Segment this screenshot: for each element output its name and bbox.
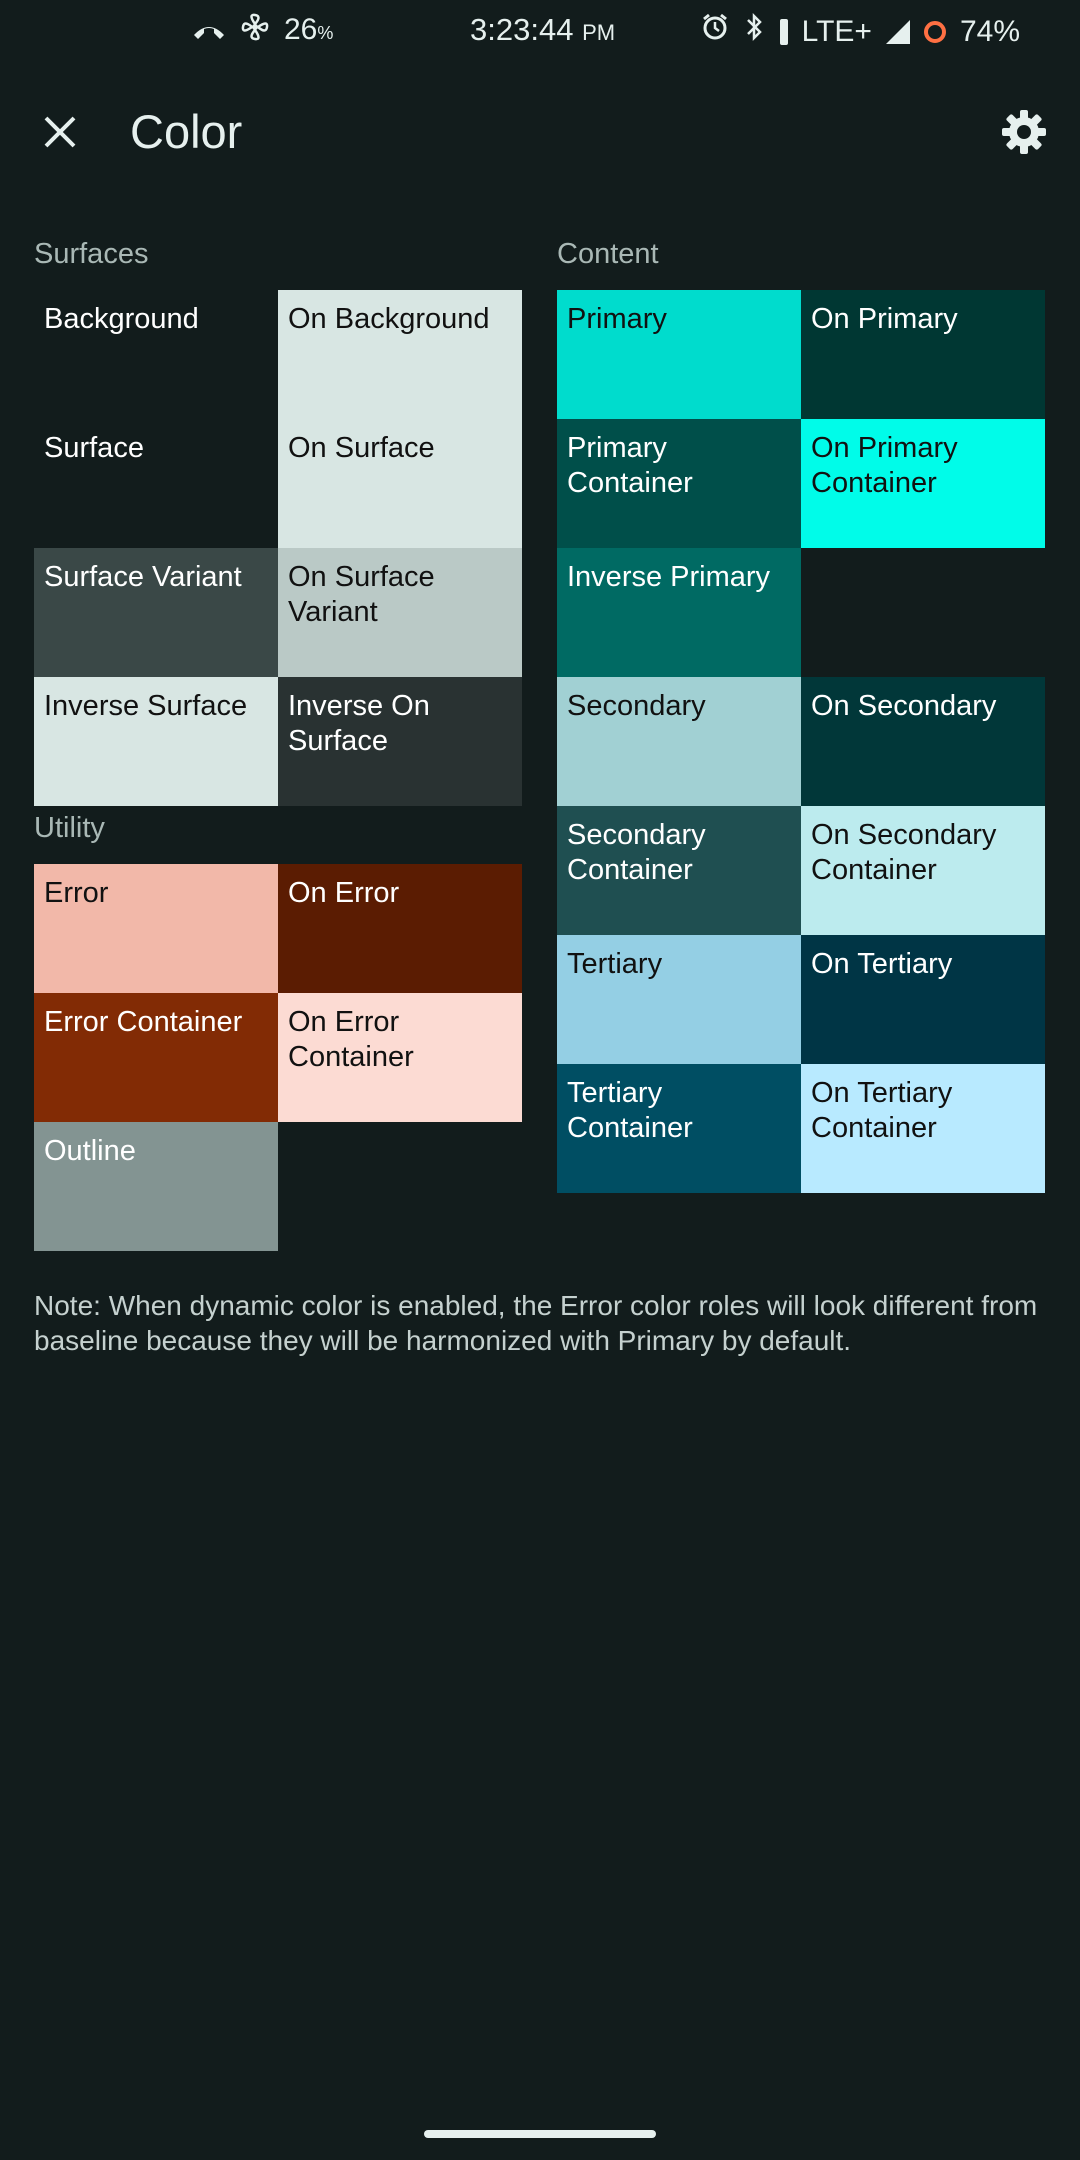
color-tile-on-background[interactable]: On Background [278, 290, 522, 419]
status-bar: 26% 3:23:44 PM LTE+ 74% [0, 0, 1080, 60]
color-tile-label: Inverse Surface [44, 690, 248, 722]
color-tile-label: On Background [288, 303, 490, 335]
color-tile-secondary[interactable]: Secondary [557, 677, 801, 806]
color-tile-secondary-container[interactable]: Secondary Container [557, 806, 801, 935]
color-tile-label: Surface [44, 432, 144, 464]
color-tile-surface[interactable]: Surface [34, 419, 278, 548]
color-tile-label: On Tertiary Container [811, 1077, 953, 1144]
color-tile-label: Outline [44, 1135, 136, 1167]
color-tile-on-secondary-container[interactable]: On Secondary Container [801, 806, 1045, 935]
color-tile-label: On Tertiary [811, 948, 953, 980]
color-tile-label: Error Container [44, 1006, 243, 1038]
close-icon [44, 116, 76, 148]
color-tile-on-tertiary[interactable]: On Tertiary [801, 935, 1045, 1064]
home-indicator[interactable] [424, 2130, 656, 2138]
battery-text: 74% [959, 14, 1020, 48]
close-button[interactable] [30, 104, 90, 164]
color-tile-on-primary-container[interactable]: On Primary Container [801, 419, 1045, 548]
color-tile-label: Inverse Primary [567, 561, 771, 593]
color-tile-tertiary[interactable]: Tertiary [557, 935, 801, 1064]
color-tile-outline[interactable]: Outline [34, 1122, 278, 1251]
color-tile-on-surface-variant[interactable]: On Surface Variant [278, 548, 522, 677]
content-label: Content [557, 238, 659, 270]
status-right: LTE+ 74% [700, 12, 1020, 51]
color-tile-primary-container[interactable]: Primary Container [557, 419, 801, 548]
page-title: Color [130, 105, 243, 158]
ampm-text: PM [582, 20, 616, 45]
color-tile-label: Primary [567, 303, 667, 335]
color-tile-on-tertiary-container[interactable]: On Tertiary Container [801, 1064, 1045, 1193]
color-tile-label: Secondary Container [567, 819, 706, 886]
color-tile-on-primary[interactable]: On Primary [801, 290, 1045, 419]
color-tile-label: Primary Container [567, 432, 693, 499]
battery-small-pct: % [317, 23, 334, 43]
signal-icon [885, 19, 910, 44]
color-tile-label: On Primary [811, 303, 958, 335]
alarm-icon [700, 12, 730, 51]
color-tile-label: Secondary [567, 690, 706, 722]
color-tile-label: Surface Variant [44, 561, 242, 593]
color-tile-surface-variant[interactable]: Surface Variant [34, 548, 278, 677]
color-tile-primary[interactable]: Primary [557, 290, 801, 419]
status-left: 26% [192, 12, 333, 51]
utility-label: Utility [34, 812, 105, 844]
color-tile-label: On Secondary [811, 690, 997, 722]
color-tile-error-container[interactable]: Error Container [34, 993, 278, 1122]
color-tile-label: On Error Container [288, 1006, 414, 1073]
missed-call-icon [192, 14, 226, 50]
battery-ring-icon [923, 20, 946, 43]
color-tile-label: On Surface [288, 432, 435, 464]
network-text: LTE+ [801, 14, 872, 48]
color-tile-background[interactable]: Background [34, 290, 278, 419]
surfaces-label: Surfaces [34, 238, 149, 270]
battery-small-text: 26 [284, 13, 318, 46]
color-tile-tertiary-container[interactable]: Tertiary Container [557, 1064, 801, 1193]
settings-button[interactable] [992, 100, 1056, 164]
app-bar: Color [0, 80, 1080, 180]
color-tile-label: Background [44, 303, 199, 335]
dynamic-color-note: Note: When dynamic color is enabled, the… [34, 1290, 1038, 1356]
color-tile-label: Error [44, 877, 109, 909]
color-tile-inverse-surface[interactable]: Inverse Surface [34, 677, 278, 806]
vibrate-icon [779, 18, 788, 45]
gear-icon [1002, 110, 1046, 154]
color-tile-inverse-on-surface[interactable]: Inverse On Surface [278, 677, 522, 806]
color-tile-label: On Secondary Container [811, 819, 997, 886]
color-tile-on-surface[interactable]: On Surface [278, 419, 522, 548]
color-tile-error[interactable]: Error [34, 864, 278, 993]
color-tile-on-error-container[interactable]: On Error Container [278, 993, 522, 1122]
color-tile-on-error[interactable]: On Error [278, 864, 522, 993]
fan-icon [240, 12, 270, 51]
color-tile-inverse-primary[interactable]: Inverse Primary [557, 548, 801, 677]
bluetooth-icon [744, 12, 766, 51]
color-tile-label: On Primary Container [811, 432, 958, 499]
color-tile-label: On Error [288, 877, 400, 909]
time-text: 3:23:44 [470, 12, 574, 47]
color-tile-on-secondary[interactable]: On Secondary [801, 677, 1045, 806]
color-tile-label: On Surface Variant [288, 561, 435, 628]
color-tile-label: Tertiary Container [567, 1077, 693, 1144]
status-time: 3:23:44 PM [470, 12, 615, 51]
color-tile-label: Tertiary [567, 948, 663, 980]
color-tile-label: Inverse On Surface [288, 690, 430, 757]
